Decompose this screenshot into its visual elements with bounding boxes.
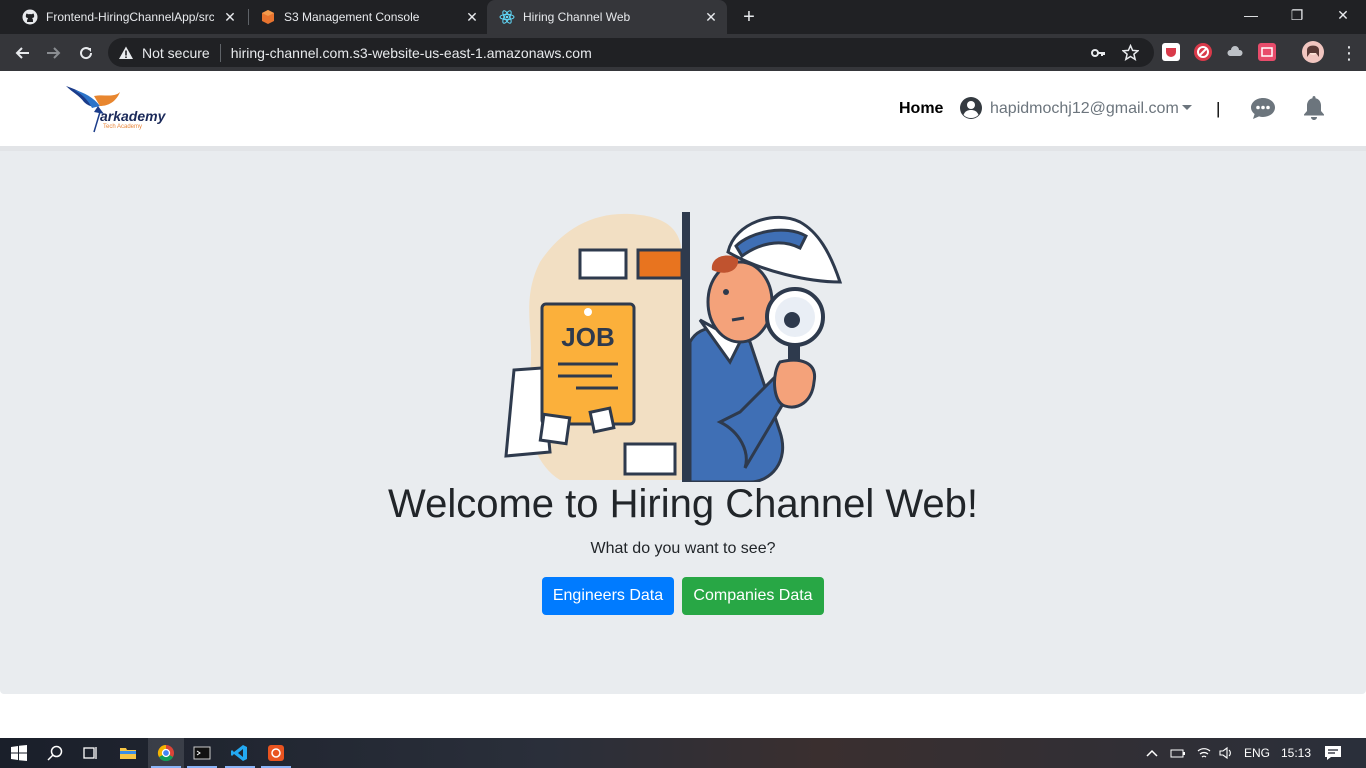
- welcome-subtitle: What do you want to see?: [590, 540, 776, 557]
- nav-separator: |: [1216, 99, 1221, 118]
- new-tab-button[interactable]: +: [738, 6, 760, 28]
- close-icon[interactable]: ✕: [464, 9, 480, 25]
- notifications-icon[interactable]: [1324, 738, 1342, 768]
- warning-icon[interactable]: [118, 45, 134, 61]
- reload-icon[interactable]: [73, 40, 99, 66]
- task-view-icon[interactable]: [80, 743, 100, 763]
- companies-data-button[interactable]: Companies Data: [682, 577, 824, 615]
- browser-tab-s3[interactable]: S3 Management Console ✕: [256, 0, 486, 34]
- logo-subtitle: Tech Academy: [103, 124, 143, 130]
- wifi-icon[interactable]: [1196, 738, 1212, 768]
- browser-tabstrip: Frontend-HiringChannelApp/src/ ✕ S3 Mana…: [0, 0, 1366, 34]
- extension-cast-icon[interactable]: [1258, 43, 1276, 61]
- job-label: JOB: [561, 322, 614, 352]
- vscode-icon[interactable]: [229, 743, 249, 763]
- browser-tab-github[interactable]: Frontend-HiringChannelApp/src/ ✕: [18, 0, 244, 34]
- extension-adblock-icon[interactable]: [1194, 43, 1212, 61]
- extension-pocket-icon[interactable]: [1162, 43, 1180, 61]
- react-icon: [499, 9, 515, 25]
- github-icon: [22, 9, 38, 25]
- chevron-down-icon[interactable]: [1182, 105, 1192, 110]
- menu-kebab-icon[interactable]: ⋮: [1336, 40, 1362, 66]
- window-close-icon[interactable]: ✕: [1320, 0, 1366, 30]
- back-icon[interactable]: [9, 40, 35, 66]
- profile-avatar[interactable]: [1302, 41, 1324, 63]
- tab-separator: [248, 9, 249, 25]
- chat-icon[interactable]: [1250, 96, 1276, 120]
- tab-title: Hiring Channel Web: [523, 10, 631, 24]
- key-icon[interactable]: [1090, 38, 1106, 67]
- close-icon[interactable]: ✕: [222, 9, 238, 25]
- browser-toolbar: Not secure hiring-channel.com.s3-website…: [0, 34, 1366, 71]
- user-email-dropdown[interactable]: hapidmochj12@gmail.com: [990, 100, 1179, 118]
- tab-title: Frontend-HiringChannelApp/src/: [46, 10, 214, 24]
- file-explorer-icon[interactable]: [118, 743, 138, 763]
- browser-tab-hiring-channel[interactable]: Hiring Channel Web ✕: [487, 0, 727, 34]
- search-icon[interactable]: [45, 743, 65, 763]
- nav-home-link[interactable]: Home: [899, 100, 943, 118]
- tab-title: S3 Management Console: [284, 10, 420, 24]
- address-bar[interactable]: Not secure hiring-channel.com.s3-website…: [108, 38, 1154, 67]
- windows-taskbar: ENG 15:13: [0, 738, 1366, 768]
- chrome-icon[interactable]: [156, 743, 176, 763]
- windows-start-icon[interactable]: [9, 743, 29, 763]
- security-label[interactable]: Not secure: [142, 45, 210, 61]
- detective-job-illustration: JOB: [504, 212, 843, 482]
- bell-icon[interactable]: [1302, 95, 1326, 121]
- volume-icon[interactable]: [1218, 738, 1234, 768]
- url-text[interactable]: hiring-channel.com.s3-website-us-east-1.…: [231, 45, 592, 61]
- tray-chevron-up-icon[interactable]: [1146, 738, 1158, 768]
- user-circle-icon[interactable]: [959, 96, 983, 120]
- clock[interactable]: 15:13: [1281, 738, 1311, 768]
- close-icon[interactable]: ✕: [703, 9, 719, 25]
- minimize-icon[interactable]: —: [1228, 0, 1274, 30]
- battery-icon[interactable]: [1170, 738, 1186, 768]
- address-divider: [219, 43, 221, 62]
- restore-icon[interactable]: ❐: [1274, 0, 1320, 30]
- aws-icon: [260, 9, 276, 25]
- logo-text: arkademy: [100, 108, 166, 124]
- language-indicator[interactable]: ENG: [1244, 738, 1270, 768]
- extension-cloud-icon[interactable]: [1226, 43, 1244, 61]
- bookmark-star-icon[interactable]: [1122, 38, 1139, 67]
- ubuntu-icon[interactable]: [266, 743, 286, 763]
- terminal-icon[interactable]: [192, 743, 212, 763]
- engineers-data-button[interactable]: Engineers Data: [542, 577, 674, 615]
- forward-icon[interactable]: [41, 40, 67, 66]
- welcome-title: Welcome to Hiring Channel Web!: [388, 482, 978, 526]
